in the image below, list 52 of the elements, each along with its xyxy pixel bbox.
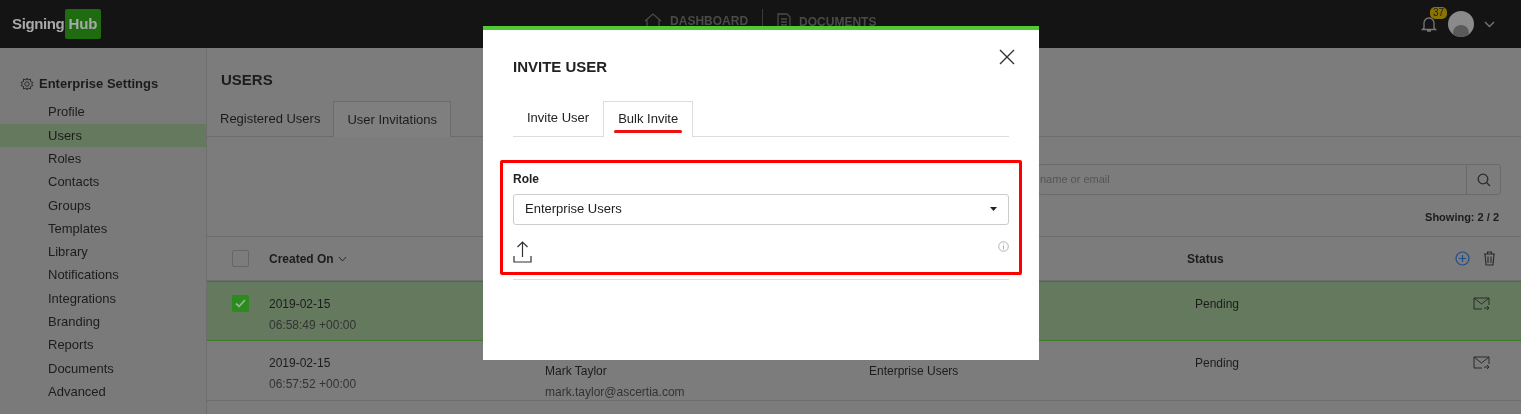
created-date: 2019-02-15: [269, 355, 332, 372]
row-checkbox[interactable]: [232, 295, 249, 312]
sidebar-item[interactable]: Contacts: [0, 170, 206, 194]
logo[interactable]: Signing Hub: [12, 8, 101, 40]
page-title: USERS: [221, 71, 273, 88]
created-date: 2019-02-15: [269, 296, 332, 313]
upload-icon[interactable]: [513, 240, 532, 263]
check-icon: [235, 299, 246, 308]
search-icon[interactable]: [1476, 172, 1491, 187]
tab[interactable]: Registered Users: [207, 101, 334, 136]
sort-chevron-icon[interactable]: [337, 255, 347, 262]
chevron-down-icon[interactable]: [1484, 20, 1495, 28]
created-time: 06:57:52 +00:00: [269, 376, 358, 393]
showing-count: Showing: 2 / 2: [1425, 210, 1499, 225]
settings-icon: [20, 76, 34, 91]
user-email: mark.taylor@ascertia.com: [545, 384, 686, 401]
add-icon[interactable]: [1455, 251, 1470, 266]
sidebar-item[interactable]: Integrations: [0, 286, 206, 311]
role-select[interactable]: Enterprise Users: [513, 193, 1009, 225]
sidebar-item[interactable]: Roles: [0, 147, 206, 171]
dialog-title: INVITE USER: [513, 57, 608, 77]
sidebar-item[interactable]: Groups: [0, 193, 206, 217]
role-label: Role: [513, 170, 540, 188]
created-time: 06:58:49 +00:00: [269, 317, 358, 334]
status-text: Pending: [1195, 297, 1240, 311]
caret-icon: [990, 207, 997, 211]
sidebar-title: Enterprise Settings: [39, 75, 159, 93]
resend-mail-icon[interactable]: [1473, 297, 1490, 311]
resend-mail-icon[interactable]: [1473, 356, 1490, 370]
sidebar-item[interactable]: Templates: [0, 217, 206, 241]
sidebar-item[interactable]: Documents: [0, 356, 206, 381]
notification-badge: 37: [1430, 7, 1448, 19]
sidebar-item[interactable]: Library: [0, 240, 206, 264]
sidebar-item[interactable]: Profile: [0, 100, 206, 124]
dialog-tab[interactable]: Bulk Invite: [603, 100, 694, 137]
avatar[interactable]: [1448, 11, 1474, 37]
bell-icon[interactable]: [1420, 15, 1438, 33]
sidebar-item[interactable]: Users: [0, 123, 206, 148]
tab[interactable]: User Invitations: [333, 101, 452, 137]
sidebar-item[interactable]: Reports: [0, 333, 206, 357]
column-header[interactable]: Status: [1187, 249, 1224, 268]
status-text: Pending: [1195, 356, 1240, 370]
close-icon[interactable]: [999, 49, 1015, 65]
trash-icon[interactable]: [1483, 251, 1496, 266]
user-role: Enterprise Users: [869, 364, 959, 378]
sidebar-item[interactable]: Notifications: [0, 263, 206, 287]
sidebar-item[interactable]: Advanced: [0, 380, 206, 404]
column-header[interactable]: Created On: [269, 249, 334, 268]
dialog-tab[interactable]: Invite User: [513, 100, 604, 136]
underline-mark: [614, 129, 683, 133]
user-name: Mark Taylor: [545, 363, 608, 380]
sidebar-item[interactable]: Branding: [0, 310, 206, 334]
